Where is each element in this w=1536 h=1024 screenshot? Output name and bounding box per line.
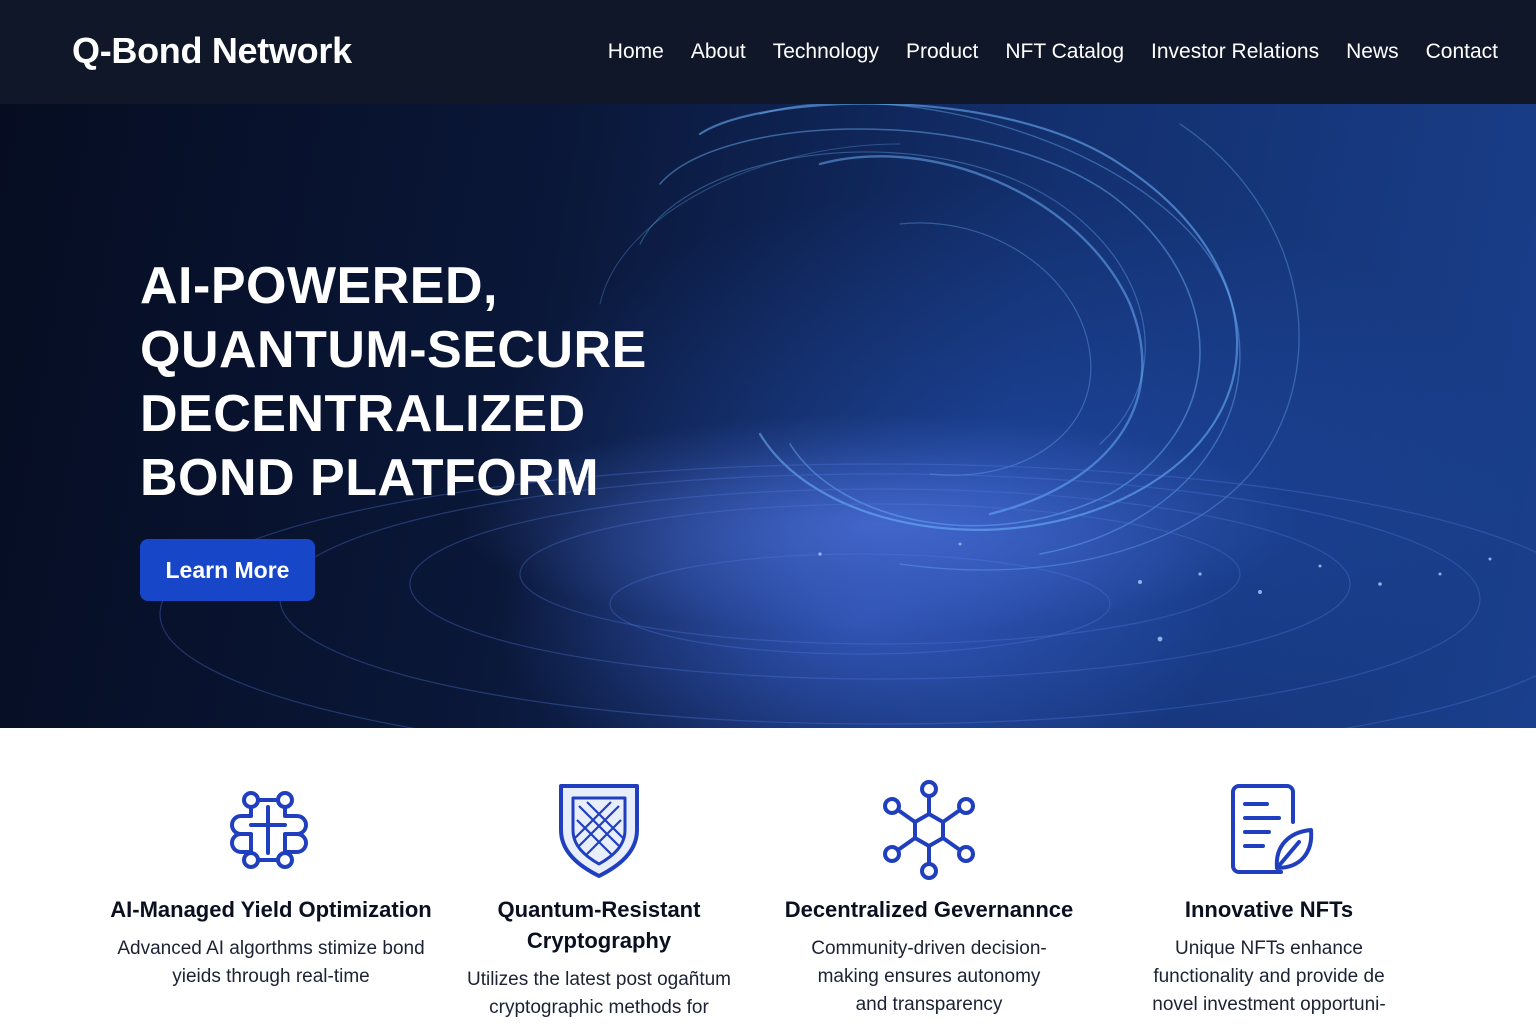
nav-item-news[interactable]: News bbox=[1346, 40, 1399, 64]
hero-title: AI-POWERED, QUANTUM-SECURE DECENTRALIZED… bbox=[140, 254, 700, 510]
hero-title-line: DECENTRALIZED bbox=[140, 385, 586, 443]
feature-card: Decentralized Gevernannce Community-driv… bbox=[764, 728, 1094, 1019]
nav-item-contact[interactable]: Contact bbox=[1426, 40, 1498, 64]
network-hexagon-icon bbox=[883, 780, 975, 880]
hero-title-line: BOND PLATFORM bbox=[140, 449, 600, 507]
feature-title: Quantum-Resistant Cryptography bbox=[497, 897, 701, 953]
feature-card: AI-Managed Yield Optimization Advanced A… bbox=[106, 728, 436, 991]
feature-title: Innovative NFTs bbox=[1184, 897, 1354, 922]
hero-title-line: QUANTUM-SECURE bbox=[140, 321, 647, 379]
feature-card: Quantum-Resistant Cryptography Utilizes … bbox=[434, 728, 764, 1022]
ai-circuit-icon bbox=[230, 791, 308, 869]
document-leaf-icon bbox=[1231, 784, 1314, 874]
top-navigation: Q-Bond Network Home About Technology Pro… bbox=[0, 0, 1536, 104]
nav-item-nft-catalog[interactable]: NFT Catalog bbox=[1005, 40, 1124, 64]
features-section: AI-Managed Yield Optimization Advanced A… bbox=[0, 728, 1536, 1024]
feature-description: Community-driven decision-making ensures… bbox=[811, 938, 1047, 1015]
shield-lattice-icon bbox=[559, 784, 639, 878]
nav-item-technology[interactable]: Technology bbox=[773, 40, 879, 64]
feature-card: Innovative NFTs Unique NFTs enhance func… bbox=[1104, 728, 1434, 1019]
nav-item-investor-relations[interactable]: Investor Relations bbox=[1151, 40, 1319, 64]
feature-description: Unique NFTs enhance functionality and pr… bbox=[1152, 938, 1386, 1015]
feature-description: Utilizes the latest post ogañtum cryptog… bbox=[466, 969, 732, 1018]
main-menu: Home About Technology Product NFT Catalo… bbox=[581, 40, 1498, 64]
hero-section: AI-POWERED, QUANTUM-SECURE DECENTRALIZED… bbox=[0, 104, 1536, 728]
nav-item-product[interactable]: Product bbox=[906, 40, 978, 64]
feature-description: Advanced AI algorthms stimize bond yieid… bbox=[117, 938, 425, 987]
nav-item-home[interactable]: Home bbox=[608, 40, 664, 64]
nav-item-about[interactable]: About bbox=[691, 40, 746, 64]
brand-logo[interactable]: Q-Bond Network bbox=[72, 30, 352, 72]
feature-title: Decentralized Gevernannce bbox=[784, 897, 1074, 922]
hero-title-line: AI-POWERED, bbox=[140, 257, 498, 315]
learn-more-button[interactable]: Learn More bbox=[140, 539, 315, 601]
feature-title: AI-Managed Yield Optimization bbox=[110, 897, 432, 922]
